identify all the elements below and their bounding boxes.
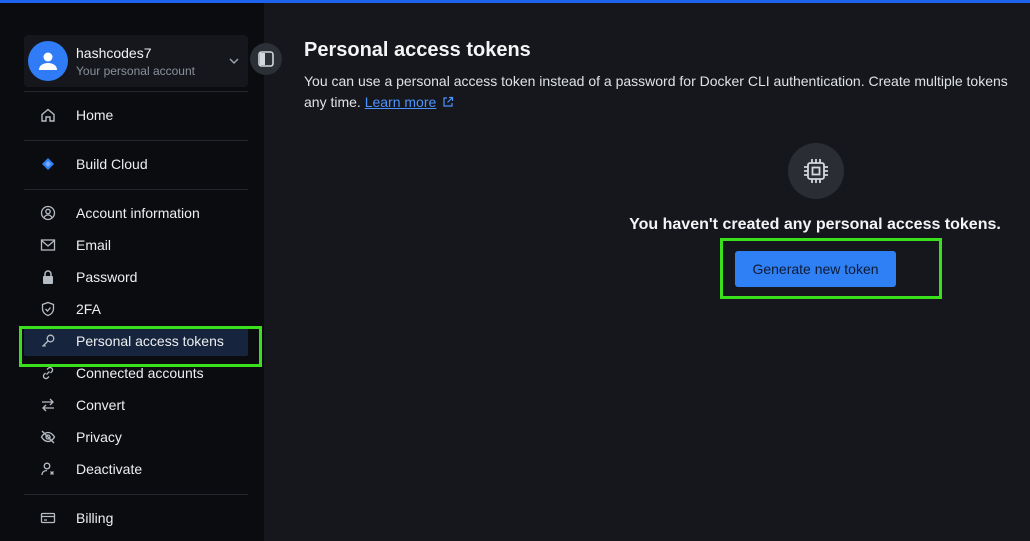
sidebar-panel-icon — [258, 51, 274, 67]
page-title: Personal access tokens — [304, 39, 531, 61]
chip-icon — [788, 143, 844, 199]
description-line-1: You can use a personal access token inst… — [304, 73, 1008, 89]
sidebar-item-label: Password — [76, 269, 138, 285]
sidebar-item-convert[interactable]: Convert — [24, 390, 248, 420]
home-icon — [38, 105, 58, 125]
page-description: You can use a personal access token inst… — [304, 71, 1030, 113]
sidebar-item-home[interactable]: Home — [24, 100, 248, 130]
sidebar-item-label: Build Cloud — [76, 156, 148, 172]
account-switcher[interactable]: hashcodes7 Your personal account — [24, 35, 248, 87]
swap-arrows-icon — [38, 395, 58, 415]
shield-check-icon — [38, 299, 58, 319]
lock-icon — [38, 267, 58, 287]
sidebar-item-label: Connected accounts — [76, 365, 204, 381]
build-cloud-icon — [38, 154, 58, 174]
sidebar-item-billing[interactable]: Billing — [24, 503, 248, 533]
learn-more-link[interactable]: Learn more — [365, 94, 437, 110]
sidebar-item-password[interactable]: Password — [24, 262, 248, 292]
sidebar-item-label: 2FA — [76, 301, 101, 317]
avatar — [28, 41, 68, 81]
sidebar-item-label: Home — [76, 107, 114, 123]
user-icon — [39, 52, 57, 70]
sidebar-item-2fa[interactable]: 2FA — [24, 294, 248, 324]
account-circle-icon — [38, 203, 58, 223]
external-link-icon — [443, 96, 454, 107]
sidebar-item-label: Privacy — [76, 429, 122, 445]
sidebar-item-privacy[interactable]: Privacy — [24, 422, 248, 452]
sidebar-toggle-button[interactable] — [250, 43, 282, 75]
sidebar-item-email[interactable]: Email — [24, 230, 248, 260]
sidebar-item-build-cloud[interactable]: Build Cloud — [24, 149, 248, 179]
sidebar-item-label: Billing — [76, 510, 114, 526]
sidebar-item-label: Deactivate — [76, 461, 143, 477]
highlight-box-button — [720, 238, 942, 299]
sidebar-divider — [24, 140, 248, 141]
user-remove-icon — [38, 459, 58, 479]
empty-state-message: You haven't created any personal access … — [629, 216, 1001, 233]
description-line-2: any time. — [304, 94, 361, 110]
sidebar-divider — [24, 91, 248, 92]
main-content: Personal access tokens You can use a per… — [264, 3, 1030, 541]
sidebar-item-deactivate[interactable]: Deactivate — [24, 454, 248, 484]
sidebar-item-account-information[interactable]: Account information — [24, 198, 248, 228]
sidebar: hashcodes7 Your personal account Home Bu… — [0, 3, 264, 541]
credit-card-icon — [38, 508, 58, 528]
sidebar-item-label: Account information — [76, 205, 200, 221]
sidebar-item-label: Email — [76, 237, 112, 253]
eye-off-icon — [38, 427, 58, 447]
sidebar-item-label: Convert — [76, 397, 126, 413]
account-subtitle: Your personal account — [76, 63, 195, 78]
sidebar-divider — [24, 494, 248, 495]
account-name: hashcodes7 — [76, 44, 152, 61]
highlight-box-sidebar — [19, 326, 262, 367]
mail-icon — [38, 235, 58, 255]
sidebar-divider — [24, 189, 248, 190]
chevron-down-icon[interactable] — [224, 51, 244, 71]
